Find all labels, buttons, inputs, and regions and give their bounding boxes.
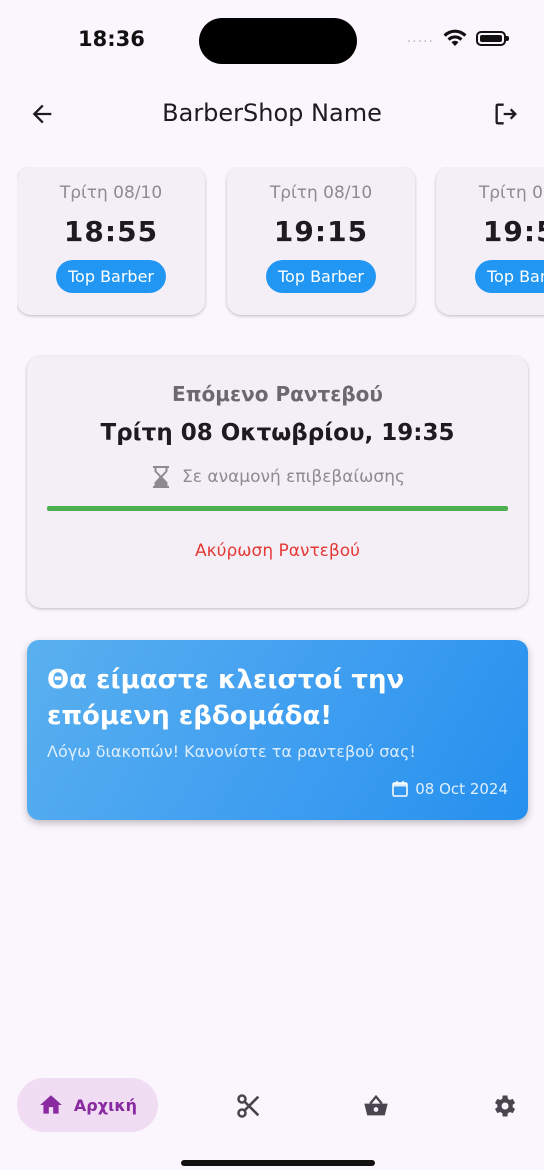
appointment-date: Τρίτη 08 Οκτωβρίου, 19:35 (100, 420, 455, 446)
slot-day: Τρίτη 08/10 (59, 183, 163, 203)
home-indicator (181, 1160, 375, 1166)
scissors-icon[interactable] (235, 1092, 263, 1120)
slot-day: Τρίτη 08/10 (269, 183, 373, 203)
app-bar: BarberShop Name (0, 86, 544, 142)
cancel-appointment-button[interactable]: Ακύρωση Ραντεβού (195, 541, 360, 561)
calendar-icon (392, 781, 409, 797)
next-appointment-card: Επόμενο Ραντεβού Τρίτη 08 Οκτωβρίου, 19:… (27, 356, 528, 608)
gear-icon[interactable] (490, 1092, 518, 1120)
slot-card[interactable]: Τρίτη 08/10 19:15 Top Barber (227, 167, 415, 315)
slot-card[interactable]: Τρίτη 08/10 18:55 Top Barber (17, 167, 205, 315)
dynamic-island (199, 18, 357, 64)
announcement-date-text: 08 Oct 2024 (415, 780, 508, 798)
barber-badge[interactable]: Top Barber (55, 260, 167, 293)
logout-icon[interactable] (492, 100, 520, 128)
announcement-date: 08 Oct 2024 (391, 780, 508, 798)
announcement-card[interactable]: Θα είμαστε κλειστοί την επόμενη εβδομάδα… (27, 640, 528, 820)
slot-day: Τρίτη 08/10 (478, 183, 544, 203)
status-text: Σε αναμονή επιβεβαίωσης (182, 467, 405, 487)
bottom-nav: Αρχική (0, 1072, 544, 1138)
slot-time: 19:15 (273, 215, 369, 248)
barber-badge[interactable]: Top Barber (265, 260, 377, 293)
home-icon (40, 1095, 62, 1114)
appointment-heading: Επόμενο Ραντεβού (172, 382, 383, 406)
barber-badge[interactable]: Top Barber (474, 260, 544, 293)
wifi-icon (443, 29, 467, 46)
page-title: BarberShop Name (162, 99, 382, 127)
basket-icon[interactable] (362, 1092, 390, 1120)
slot-time: 19:55 (482, 215, 544, 248)
appointment-status: Σε αναμονή επιβεβαίωσης (27, 464, 528, 490)
announcement-body: Λόγω διακοπών! Κανονίστε τα ραντεβού σας… (47, 742, 416, 761)
nav-item-home-label: Αρχική (73, 1095, 138, 1115)
announcement-title: Θα είμαστε κλειστοί την επόμενη εβδομάδα… (47, 665, 405, 731)
hourglass-icon (153, 466, 170, 488)
status-progress-bar (47, 506, 508, 511)
nav-item-home[interactable]: Αρχική (17, 1078, 158, 1132)
battery-icon (476, 30, 509, 46)
slot-card[interactable]: Τρίτη 08/10 19:55 Top Barber (436, 167, 544, 315)
status-time: 18:36 (78, 27, 145, 51)
status-icons: ..... (406, 28, 509, 48)
slot-time: 18:55 (63, 215, 159, 248)
slots-carousel[interactable]: Τρίτη 08/10 18:55 Top Barber Τρίτη 08/10… (17, 167, 544, 319)
signal-dots: ..... (406, 30, 434, 46)
